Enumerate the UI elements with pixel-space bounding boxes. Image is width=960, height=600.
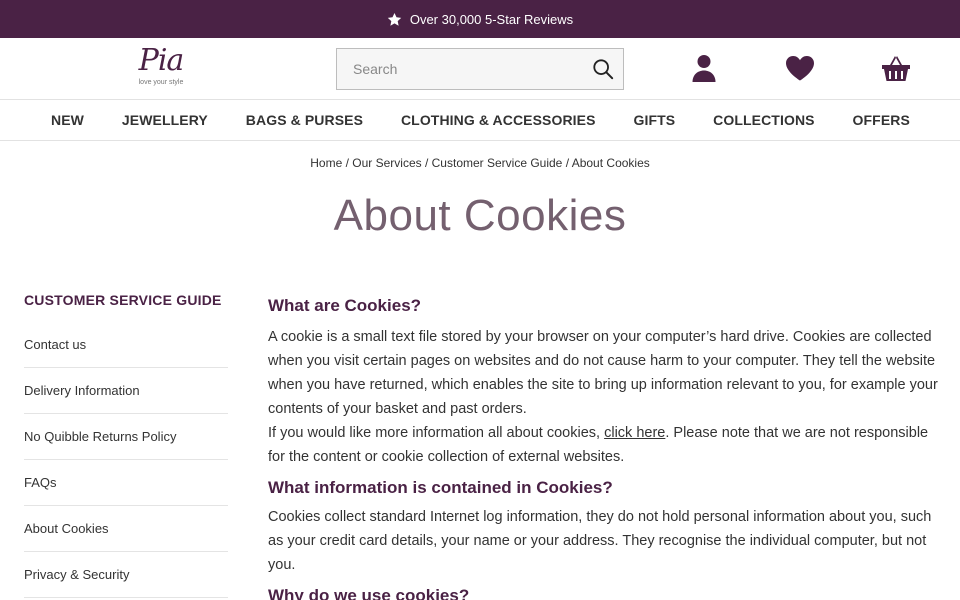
sidebar-item-returns-policy[interactable]: No Quibble Returns Policy [24, 414, 228, 460]
wishlist-heart-icon[interactable] [782, 50, 818, 86]
section-heading-why-use-cookies: Why do we use cookies? [268, 586, 470, 600]
nav-item-bags-purses[interactable]: BAGS & PURSES [246, 112, 363, 128]
nav-item-gifts[interactable]: GIFTS [633, 112, 675, 128]
account-icon[interactable] [686, 50, 722, 86]
nav-item-collections[interactable]: COLLECTIONS [713, 112, 814, 128]
section-heading-information: What information is contained in Cookies… [268, 478, 613, 497]
sidebar-item-privacy-security[interactable]: Privacy & Security [24, 552, 228, 598]
main-content: What are Cookies? A cookie is a small te… [268, 295, 948, 600]
search-icon[interactable] [583, 58, 623, 80]
breadcrumb: Home / Our Services / Customer Service G… [310, 156, 650, 170]
basket-icon[interactable] [878, 50, 914, 86]
sidebar-item-contact-us[interactable]: Contact us [24, 322, 228, 368]
nav-item-new[interactable]: NEW [51, 112, 84, 128]
sidebar: CUSTOMER SERVICE GUIDE Contact us Delive… [24, 292, 228, 598]
paragraph-what-are-cookies: A cookie is a small text file stored by … [268, 329, 938, 417]
paragraph-more-info: If you would like more information all a… [268, 421, 948, 469]
promo-bar: Over 30,000 5-Star Reviews [0, 0, 960, 38]
nav-item-jewellery[interactable]: JEWELLERY [122, 112, 208, 128]
promo-text: Over 30,000 5-Star Reviews [409, 11, 574, 27]
star-icon [387, 12, 402, 26]
search-box [336, 48, 624, 90]
click-here-link[interactable]: click here [604, 425, 665, 441]
more-info-text-before: If you would like more information all a… [268, 425, 605, 441]
main-nav: NEW JEWELLERY BAGS & PURSES CLOTHING & A… [0, 100, 960, 141]
breadcrumb-our-services[interactable]: Our Services [352, 156, 421, 170]
sidebar-item-delivery-information[interactable]: Delivery Information [24, 368, 228, 414]
section-heading-what-are-cookies: What are Cookies? [268, 296, 422, 315]
nav-item-offers[interactable]: OFFERS [853, 112, 910, 128]
breadcrumb-home[interactable]: Home [310, 156, 342, 170]
page-title: About Cookies [333, 191, 627, 240]
logo-tagline: love your style [138, 79, 184, 86]
breadcrumb-customer-service-guide[interactable]: Customer Service Guide [432, 156, 563, 170]
sidebar-item-faqs[interactable]: FAQs [24, 460, 228, 506]
sidebar-item-about-cookies[interactable]: About Cookies [24, 506, 228, 552]
logo-wordmark: Pia [138, 43, 185, 78]
breadcrumb-current: About Cookies [571, 156, 650, 170]
paragraph-information: Cookies collect standard Internet log in… [268, 509, 932, 573]
search-input[interactable] [337, 49, 583, 89]
sidebar-heading: CUSTOMER SERVICE GUIDE [24, 292, 222, 308]
nav-item-clothing-accessories[interactable]: CLOTHING & ACCESSORIES [401, 112, 596, 128]
site-header: Pia love your style [0, 38, 960, 100]
pia-logo[interactable]: Pia love your style [134, 44, 188, 94]
